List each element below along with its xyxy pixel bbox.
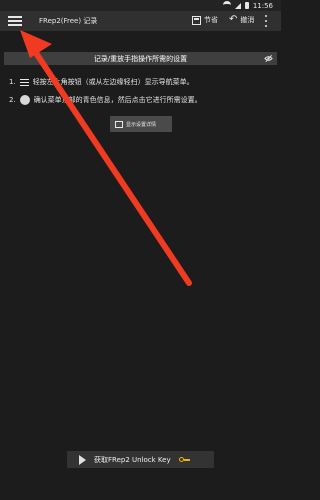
- annotation-arrow: [20, 30, 192, 286]
